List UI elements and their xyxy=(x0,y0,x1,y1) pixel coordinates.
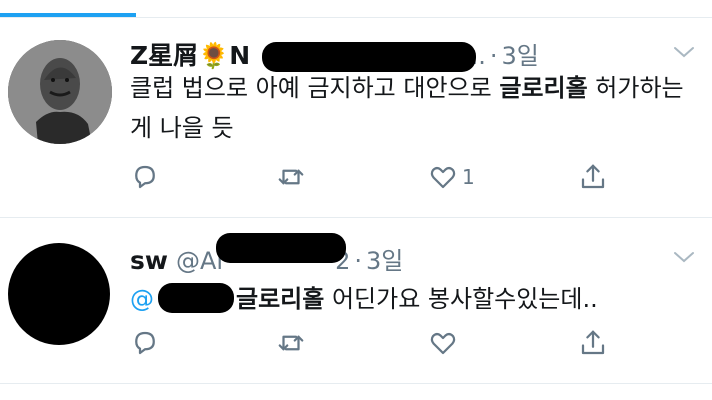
separator-dot: · xyxy=(489,42,498,70)
tweet-divider xyxy=(0,383,712,384)
retweet-icon xyxy=(278,169,304,185)
redaction-mark xyxy=(216,233,346,263)
avatar[interactable] xyxy=(8,40,112,144)
tweet-divider xyxy=(0,217,712,218)
highlighted-term: 글로리홀 xyxy=(499,74,588,102)
retweet-icon xyxy=(278,335,304,351)
redaction-mark xyxy=(158,283,234,313)
tweet-text-part: 클럽 법으로 아예 금지하고 대안으로 xyxy=(130,74,500,102)
retweet-button[interactable] xyxy=(276,162,306,192)
tweet-card[interactable]: sw @Ai 2 · 3일 @ 글로리홀 어딘가요 봉사할수있는데.. xyxy=(0,219,712,385)
like-button[interactable]: 1 xyxy=(428,162,475,192)
display-name[interactable]: Z星屑🌻N xyxy=(130,36,250,72)
mention-link[interactable]: @ xyxy=(130,285,154,313)
tweet-actions: 1 xyxy=(0,162,712,202)
avatar-portrait-image xyxy=(8,40,112,144)
highlighted-term: 글로리홀 xyxy=(236,285,325,313)
reply-icon xyxy=(135,165,155,189)
tweet-text: 클럽 법으로 아예 금지하고 대안으로 글로리홀 허가하는 게 나을 듯 xyxy=(130,68,690,148)
tweet-text-part: 어딘가요 봉사할수있는데.. xyxy=(324,285,598,313)
tweet-timestamp[interactable]: 3일 xyxy=(366,241,403,276)
share-icon xyxy=(581,164,605,189)
tweet-card[interactable]: Z星屑🌻N oy @8... · 3일 클럽 법으로 아예 금지하고 대안으로 … xyxy=(0,18,712,217)
tweet-timestamp[interactable]: 3일 xyxy=(501,36,538,71)
display-name[interactable]: sw xyxy=(130,246,168,275)
heart-icon xyxy=(430,332,456,355)
heart-icon xyxy=(430,166,456,189)
tweet-actions xyxy=(0,328,712,368)
reply-button[interactable] xyxy=(130,328,160,358)
separator-dot: · xyxy=(354,247,362,275)
share-button[interactable] xyxy=(578,328,608,358)
chevron-down-icon[interactable] xyxy=(672,249,696,265)
like-button[interactable] xyxy=(428,328,462,358)
chevron-down-icon[interactable] xyxy=(672,44,696,60)
reply-button[interactable] xyxy=(130,162,160,192)
share-button[interactable] xyxy=(578,162,608,192)
reply-icon xyxy=(135,331,155,355)
like-count: 1 xyxy=(462,165,475,189)
share-icon xyxy=(581,330,605,355)
retweet-button[interactable] xyxy=(276,328,306,358)
